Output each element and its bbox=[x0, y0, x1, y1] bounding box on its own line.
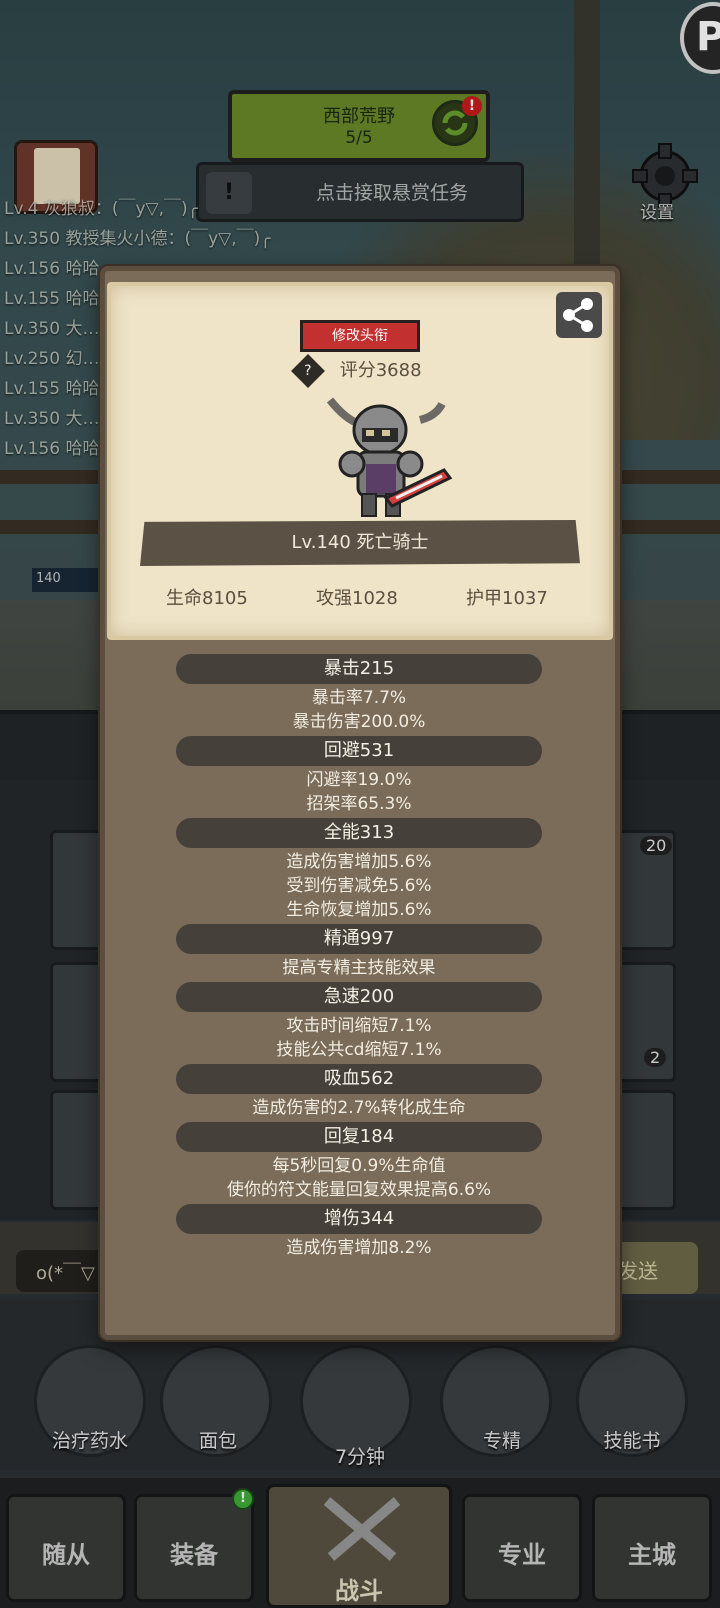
stat-block-leech: 吸血562 造成伤害的2.7%转化成生命 bbox=[176, 1064, 542, 1120]
stat-armor: 护甲1037 bbox=[466, 588, 548, 609]
stat-block-regen: 回复184 每5秒回复0.9%生命值 使你的符文能量回复效果提高6.6% bbox=[176, 1122, 542, 1202]
share-icon bbox=[563, 298, 593, 332]
stat-header: 增伤344 bbox=[176, 1204, 542, 1234]
death-knight-avatar bbox=[326, 397, 453, 517]
stat-header: 全能313 bbox=[176, 818, 542, 848]
stat-detail: 技能公共cd缩短7.1% bbox=[276, 1040, 442, 1060]
rating-value: 评分3688 bbox=[339, 360, 422, 381]
stat-detail: 使你的符文能量回复效果提高6.6% bbox=[226, 1180, 492, 1200]
stat-hp: 生命8105 bbox=[166, 588, 248, 609]
stat-detail: 造成伤害增加8.2% bbox=[286, 1238, 432, 1258]
stat-block-crit: 暴击215 暴击率7.7% 暴击伤害200.0% bbox=[176, 654, 542, 734]
stat-detail: 生命恢复增加5.6% bbox=[286, 900, 432, 920]
stat-detail: 招架率65.3% bbox=[306, 794, 412, 814]
stat-detail: 造成伤害增加5.6% bbox=[286, 852, 432, 872]
secondary-stats-list: 暴击215 暴击率7.7% 暴击伤害200.0% 回避531 闪避率19.0% … bbox=[176, 654, 542, 1262]
rating-help-icon[interactable]: ? bbox=[291, 354, 325, 388]
stat-attack-power: 攻强1028 bbox=[316, 588, 398, 609]
stat-header: 回复184 bbox=[176, 1122, 542, 1152]
share-button[interactable] bbox=[556, 292, 602, 338]
rename-title-button[interactable]: 修改头衔 bbox=[300, 320, 420, 352]
rating-row: ? 评分3688 bbox=[291, 354, 422, 388]
stat-detail: 每5秒回复0.9%生命值 bbox=[272, 1156, 446, 1176]
stat-header: 精通997 bbox=[176, 924, 542, 954]
stat-block-versatility: 全能313 造成伤害增加5.6% 受到伤害减免5.6% 生命恢复增加5.6% bbox=[176, 818, 542, 922]
stat-detail: 受到伤害减免5.6% bbox=[286, 876, 432, 896]
stat-detail: 闪避率19.0% bbox=[306, 770, 412, 790]
stat-header: 急速200 bbox=[176, 982, 542, 1012]
stat-detail: 造成伤害的2.7%转化成生命 bbox=[252, 1098, 466, 1118]
stat-detail: 暴击率7.7% bbox=[311, 688, 407, 708]
stat-header: 回避531 bbox=[176, 736, 542, 766]
stat-header: 吸血562 bbox=[176, 1064, 542, 1094]
stat-header: 暴击215 bbox=[176, 654, 542, 684]
stat-detail: 暴击伤害200.0% bbox=[292, 712, 426, 732]
stat-block-damage-increase: 增伤344 造成伤害增加8.2% bbox=[176, 1204, 542, 1260]
stat-detail: 攻击时间缩短7.1% bbox=[286, 1016, 432, 1036]
stat-detail: 提高专精主技能效果 bbox=[282, 958, 436, 978]
character-name-plate: Lv.140 死亡骑士 bbox=[140, 520, 580, 566]
stat-block-avoidance: 回避531 闪避率19.0% 招架率65.3% bbox=[176, 736, 542, 816]
stat-block-mastery: 精通997 提高专精主技能效果 bbox=[176, 924, 542, 980]
stat-block-haste: 急速200 攻击时间缩短7.1% 技能公共cd缩短7.1% bbox=[176, 982, 542, 1062]
